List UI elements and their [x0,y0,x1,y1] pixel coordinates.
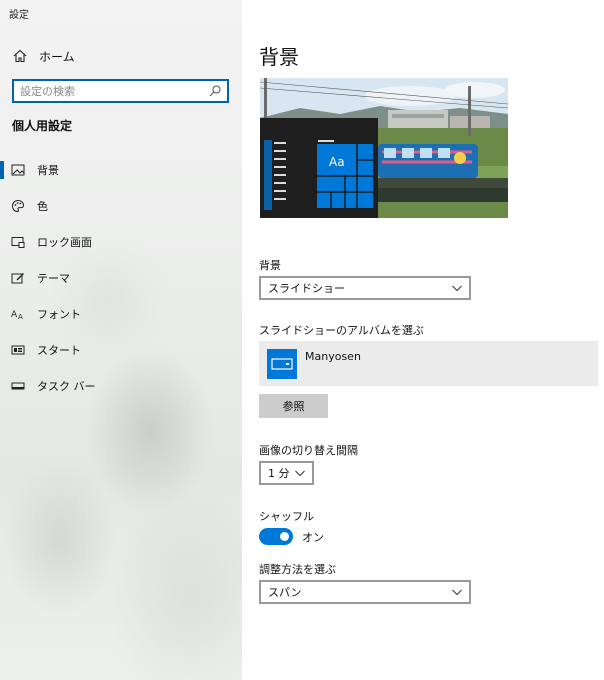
search-input[interactable]: 設定の検索 [14,83,208,99]
chevron-down-icon [294,467,306,479]
sidebar-item-font[interactable]: AA フォント [0,297,242,331]
background-type-value: スライドショー [268,282,345,295]
interval-dropdown[interactable]: 1 分 [259,461,314,485]
shuffle-label: シャッフル [259,510,314,523]
interval-value: 1 分 [268,467,290,480]
sidebar-item-label: タスク バー [37,380,96,393]
chevron-down-icon [451,282,463,294]
interval-label: 画像の切り替え間隔 [259,444,358,457]
chevron-down-icon [451,586,463,598]
fit-value: スパン [268,586,302,599]
toggle-knob [280,532,289,541]
sidebar: 設定 ホーム 設定の検索 個人用設定 背景 色 ロック画面 テーマ A A フォ… [0,0,242,680]
album-label: スライドショーのアルバムを選ぶ [259,324,424,337]
picture-icon [11,163,25,177]
wallpaper-preview: Aa [260,78,508,218]
album-item[interactable]: Manyosen [259,341,598,386]
fit-label: 調整方法を選ぶ [259,563,336,576]
sidebar-item-start[interactable]: スタート [0,333,242,367]
background-label: 背景 [259,259,281,272]
home-label: ホーム [39,49,75,64]
folder-icon [267,348,297,379]
sidebar-item-lock-screen[interactable]: ロック画面 [0,225,242,259]
album-name: Manyosen [305,350,361,363]
fit-dropdown[interactable]: スパン [259,580,471,604]
start-icon [11,343,25,357]
background-type-dropdown[interactable]: スライドショー [259,276,471,300]
sidebar-item-label: 背景 [37,164,59,177]
palette-icon [11,199,25,213]
svg-text:A: A [18,313,23,321]
page-title: 背景 [259,45,299,69]
active-indicator [0,161,4,179]
shuffle-state-label: オン [302,530,324,544]
preview-sample-text: Aa [329,155,345,169]
window-title: 設定 [9,10,29,21]
sidebar-item-taskbar[interactable]: タスク バー [0,369,242,403]
sidebar-item-theme[interactable]: テーマ [0,261,242,295]
sidebar-item-label: 色 [37,200,48,213]
font-icon: AA [11,307,25,321]
sidebar-item-color[interactable]: 色 [0,189,242,223]
search-box[interactable]: 設定の検索 [12,79,229,103]
taskbar-icon [11,379,25,393]
sidebar-item-label: ロック画面 [37,236,92,249]
svg-text:A: A [11,310,18,320]
browse-button[interactable]: 参照 [259,394,328,418]
search-icon[interactable] [208,84,222,98]
home-icon [12,48,28,64]
sidebar-item-background[interactable]: 背景 [0,153,242,187]
home-button[interactable]: ホーム [12,46,75,66]
toggle-switch[interactable] [259,528,293,545]
theme-icon [11,271,25,285]
lock-screen-icon [11,235,25,249]
sidebar-item-label: スタート [37,344,81,357]
sidebar-item-label: フォント [37,308,81,321]
preview-scene [260,78,508,218]
shuffle-toggle[interactable]: オン [259,528,324,545]
sidebar-item-label: テーマ [37,272,70,285]
section-title: 個人用設定 [12,119,73,133]
